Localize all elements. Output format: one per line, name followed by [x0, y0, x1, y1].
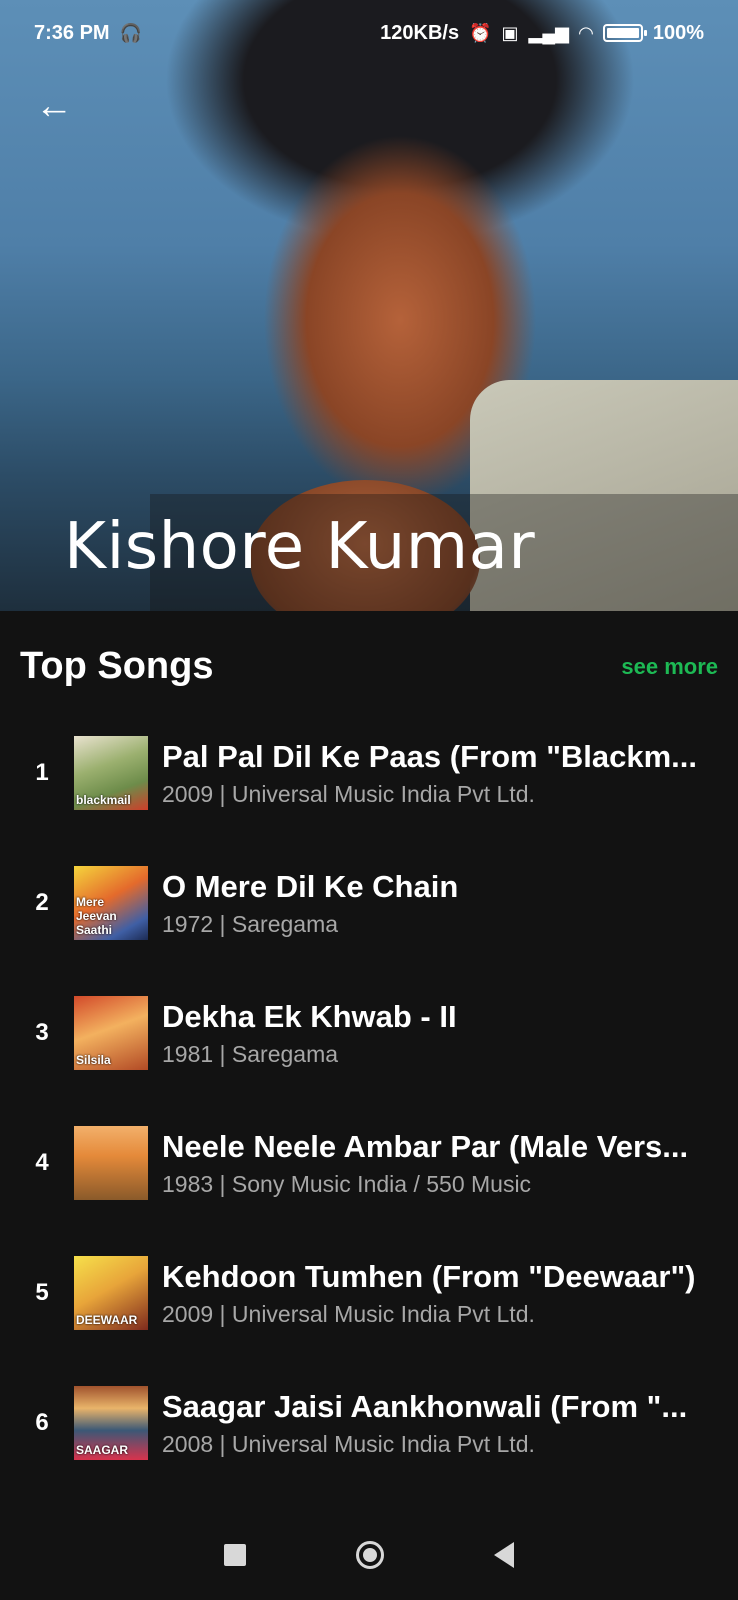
- song-rank: 2: [35, 889, 49, 916]
- song-list: 1 blackmail Pal Pal Dil Ke Paas (From "B…: [0, 708, 738, 1488]
- song-row[interactable]: 6 SAAGAR Saagar Jaisi Aankhonwali (From …: [0, 1358, 738, 1488]
- alarm-icon: ⏰: [469, 22, 492, 43]
- top-songs-header: Top Songs see more: [20, 645, 718, 688]
- battery-level: 100%: [652, 21, 704, 44]
- wifi-icon: ◠: [579, 22, 593, 43]
- system-nav-bar: [0, 1510, 738, 1600]
- song-subtitle: 1972 | Saregama: [162, 910, 339, 937]
- album-art: [74, 1126, 148, 1200]
- song-rank: 6: [35, 1409, 49, 1436]
- album-art: blackmail: [74, 736, 148, 810]
- song-rank: 4: [35, 1149, 49, 1176]
- song-subtitle: 1981 | Saregama: [162, 1040, 339, 1067]
- album-art: Mere Jeevan Saathi: [74, 866, 148, 940]
- song-rank: 1: [35, 759, 49, 786]
- song-row[interactable]: 5 DEEWAAR Kehdoon Tumhen (From "Deewaar"…: [0, 1228, 738, 1358]
- album-art-label: Mere Jeevan Saathi: [76, 895, 117, 937]
- status-bar: 7:36 PM 🎧 120KB/s ⏰ ▣ ▂▄▆ ◠ 100%: [0, 0, 738, 66]
- song-row[interactable]: 3 Silsila Dekha Ek Khwab - II 1981 | Sar…: [0, 968, 738, 1098]
- volte-icon: ▣: [501, 22, 519, 43]
- album-art-label: Silsila: [76, 1053, 111, 1067]
- album-art-label: SAAGAR: [76, 1443, 129, 1457]
- section-title: Top Songs: [20, 645, 214, 687]
- song-title: O Mere Dil Ke Chain: [162, 868, 459, 904]
- song-subtitle: 2009 | Universal Music India Pvt Ltd.: [162, 780, 535, 807]
- album-art-label: blackmail: [76, 793, 131, 807]
- song-title: Kehdoon Tumhen (From "Deewaar"): [162, 1258, 696, 1294]
- status-time: 7:36 PM: [34, 21, 110, 44]
- back-triangle-icon[interactable]: [494, 1542, 514, 1568]
- signal-icon: ▂▄▆: [528, 22, 569, 43]
- song-row[interactable]: 4 Neele Neele Ambar Par (Male Vers... 19…: [0, 1098, 738, 1228]
- network-speed: 120KB/s: [380, 21, 460, 44]
- song-rank: 3: [35, 1019, 49, 1046]
- back-arrow-icon[interactable]: ←: [30, 82, 78, 130]
- song-row[interactable]: 1 blackmail Pal Pal Dil Ke Paas (From "B…: [0, 708, 738, 838]
- song-subtitle: 2008 | Universal Music India Pvt Ltd.: [162, 1430, 535, 1457]
- home-icon[interactable]: [356, 1541, 384, 1569]
- see-more-link[interactable]: see more: [621, 654, 718, 680]
- song-subtitle: 1983 | Sony Music India / 550 Music: [162, 1170, 532, 1197]
- headphones-icon: 🎧: [119, 22, 143, 43]
- song-rank: 5: [35, 1279, 49, 1306]
- song-title: Dekha Ek Khwab - II: [162, 998, 457, 1034]
- song-title: Saagar Jaisi Aankhonwali (From "...: [162, 1388, 688, 1424]
- album-art: SAAGAR: [74, 1386, 148, 1460]
- artist-name: Kishore Kumar: [64, 510, 536, 584]
- recents-icon[interactable]: [224, 1544, 246, 1566]
- song-title: Neele Neele Ambar Par (Male Vers...: [162, 1128, 689, 1164]
- album-art: Silsila: [74, 996, 148, 1070]
- song-subtitle: 2009 | Universal Music India Pvt Ltd.: [162, 1300, 535, 1327]
- battery-icon: [602, 24, 647, 42]
- album-art: DEEWAAR: [74, 1256, 148, 1330]
- song-row[interactable]: 2 Mere Jeevan Saathi O Mere Dil Ke Chain…: [0, 838, 738, 968]
- song-title: Pal Pal Dil Ke Paas (From "Blackm...: [162, 738, 698, 774]
- album-art-label: DEEWAAR: [76, 1313, 138, 1327]
